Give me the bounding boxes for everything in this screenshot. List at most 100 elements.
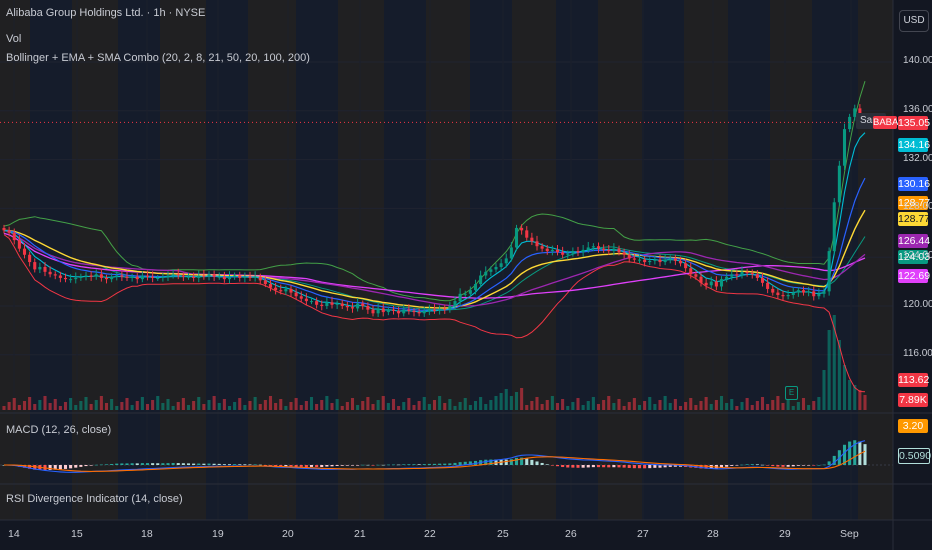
- macd-hist-bar: [268, 465, 273, 466]
- volume-bar: [243, 405, 247, 410]
- candle-body: [468, 290, 472, 294]
- volume-bar: [735, 406, 739, 410]
- chart-area[interactable]: [0, 0, 932, 550]
- earnings-icon[interactable]: E: [785, 386, 798, 400]
- candle-body: [69, 279, 73, 281]
- volume-bar: [315, 404, 319, 410]
- candle-body: [289, 288, 293, 293]
- macd-hist-bar: [622, 465, 626, 468]
- volume-bar: [238, 398, 242, 410]
- volume-bar: [274, 403, 278, 410]
- volume-bar: [258, 404, 262, 410]
- candle-body: [607, 249, 611, 252]
- macd-hist-bar: [596, 465, 601, 468]
- price-badge: 0.5090: [898, 448, 932, 464]
- macd-hist-bar: [643, 465, 647, 469]
- volume-bar: [678, 406, 683, 410]
- volume-bar: [74, 405, 78, 410]
- volume-bar: [110, 399, 114, 410]
- volume-bar: [48, 403, 52, 410]
- volume-bar: [366, 397, 370, 410]
- candle-body: [494, 266, 498, 270]
- session-stripe: [512, 0, 556, 520]
- candle-body: [812, 291, 816, 297]
- macd-hist-bar: [63, 465, 68, 469]
- rsi-label[interactable]: RSI Divergence Indicator (14, close): [6, 493, 183, 505]
- volume-bar: [284, 406, 288, 410]
- volume-bar: [796, 402, 800, 410]
- volume-bar: [863, 395, 867, 410]
- candle-body: [427, 309, 431, 311]
- candle-body: [48, 271, 52, 275]
- candle-body: [540, 246, 544, 249]
- volume-label[interactable]: Vol: [6, 33, 21, 45]
- volume-bar: [407, 398, 411, 410]
- macd-hist-bar: [356, 465, 360, 466]
- candle-body: [745, 271, 749, 274]
- volume-bar: [704, 397, 708, 410]
- volume-bar: [468, 405, 472, 410]
- macd-hist-bar: [371, 465, 375, 466]
- volume-bar: [760, 397, 765, 410]
- macd-hist-bar: [422, 464, 426, 465]
- volume-bar: [848, 380, 852, 410]
- volume-bar: [699, 401, 703, 410]
- volume-bar: [432, 400, 437, 410]
- macd-hist-bar: [432, 463, 437, 465]
- volume-bar: [263, 400, 267, 410]
- macd-hist-bar: [197, 463, 201, 465]
- volume-bar: [289, 402, 293, 410]
- candle-body: [632, 258, 636, 260]
- chart-title[interactable]: Alibaba Group Holdings Ltd. · 1h · NYSE: [6, 7, 205, 19]
- macd-hist-bar: [781, 465, 785, 467]
- macd-hist-bar: [381, 464, 385, 466]
- candle-body: [407, 309, 411, 311]
- macd-hist-bar: [627, 465, 631, 468]
- macd-hist-bar: [540, 462, 544, 465]
- candle-body: [807, 291, 811, 293]
- macd-hist-bar: [335, 465, 339, 466]
- session-stripe: [206, 0, 248, 520]
- candle-body: [402, 309, 406, 314]
- candle-body: [381, 308, 385, 313]
- macd-hist-bar: [304, 465, 308, 467]
- candle-body: [248, 276, 252, 278]
- price-badge: 135.05: [898, 116, 931, 130]
- candle-body: [484, 271, 488, 276]
- candle-body: [417, 312, 421, 314]
- session-stripe: [770, 0, 812, 520]
- volume-bar: [822, 370, 826, 410]
- macd-hist-bar: [750, 464, 754, 465]
- candle-body: [525, 230, 529, 238]
- candle-body: [591, 246, 595, 248]
- currency-button[interactable]: USD: [899, 10, 929, 32]
- price-badge: 134.16: [898, 138, 931, 152]
- candle-body: [386, 309, 390, 313]
- candle-body: [145, 275, 150, 277]
- indicator-label[interactable]: Bollinger + EMA + SMA Combo (20, 2, 8, 2…: [6, 52, 310, 64]
- candle-body: [842, 129, 847, 166]
- volume-bar: [714, 400, 718, 410]
- volume-bar: [566, 406, 570, 410]
- volume-bar: [356, 405, 360, 410]
- price-tick: 140.00: [903, 55, 932, 66]
- volume-bar: [22, 401, 27, 410]
- macd-hist-bar: [848, 441, 852, 465]
- candle-body: [576, 251, 580, 253]
- volume-bar: [104, 403, 109, 410]
- time-tick: 28: [707, 528, 719, 540]
- price-tick: 116.00: [903, 347, 932, 359]
- macd-hist-bar: [550, 465, 554, 466]
- macd-hist-bar: [330, 465, 334, 467]
- volume-bar: [684, 402, 688, 410]
- volume-bar: [776, 396, 780, 410]
- price-badge: 113.62: [898, 373, 930, 387]
- candle-body: [28, 254, 32, 263]
- candle-body: [555, 249, 560, 253]
- macd-label[interactable]: MACD (12, 26, close): [6, 424, 111, 436]
- price-badge: 122.69: [898, 269, 931, 283]
- macd-hist-bar: [69, 465, 73, 469]
- macd-hist-bar: [612, 465, 616, 468]
- time-tick: 21: [354, 528, 366, 540]
- candle-body: [648, 260, 652, 263]
